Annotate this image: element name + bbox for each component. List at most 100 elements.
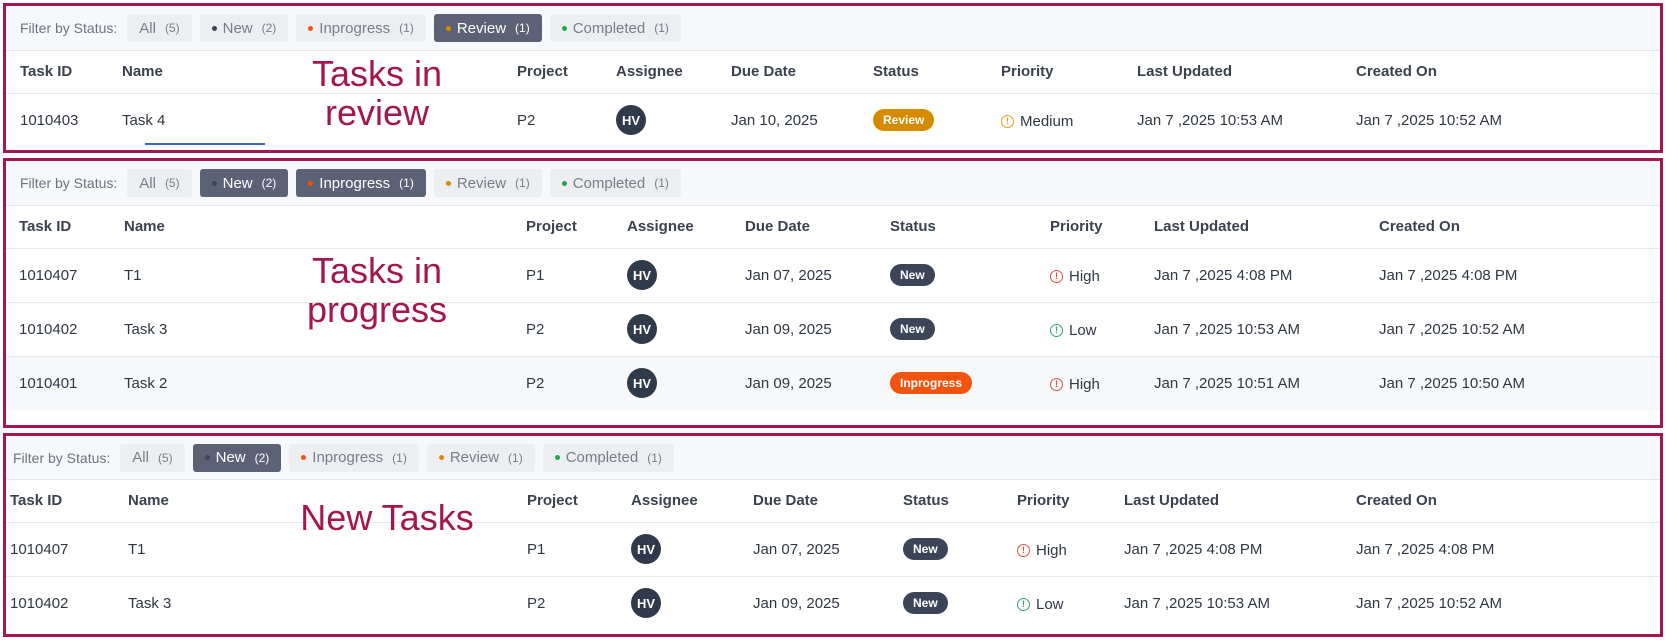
avatar[interactable]: HV bbox=[627, 260, 657, 290]
cell-task-id: 1010403 bbox=[6, 92, 122, 147]
priority-indicator: ! High bbox=[1017, 542, 1067, 559]
last-updated-text: Jan 7 ,2025 10:53 AM bbox=[1154, 320, 1300, 338]
cell-name: Task 3 bbox=[128, 575, 527, 630]
status-dot-icon bbox=[445, 180, 451, 186]
avatar[interactable]: HV bbox=[631, 534, 661, 564]
column-header-task-id[interactable]: Task ID bbox=[6, 206, 124, 248]
filter-chip-completed[interactable]: Completed (1) bbox=[549, 14, 681, 42]
annotation-label: Tasks in progress bbox=[306, 250, 448, 330]
status-badge: New bbox=[903, 592, 948, 615]
filter-chip-review[interactable]: Review (1) bbox=[433, 169, 542, 197]
name-text: Task 3 bbox=[124, 320, 168, 338]
filter-chip-count: (1) bbox=[515, 176, 530, 190]
cell-status: New bbox=[903, 521, 1017, 576]
status-badge: New bbox=[903, 538, 948, 560]
table-row[interactable]: 1010407 T1 P1 HV Jan 07, 2025 New! High Jan 7 ,… bbox=[6, 247, 1660, 302]
cell-assignee: HV bbox=[627, 301, 745, 356]
filter-chip-label: Inprogress bbox=[312, 449, 384, 466]
column-header-project[interactable]: Project bbox=[517, 51, 616, 93]
table-header-row: Task ID Name Project Assignee Due Date Status… bbox=[6, 480, 1660, 522]
table-row[interactable]: 1010403 Task 4 P2 HV Jan 10, 2025 Review! Medi… bbox=[6, 92, 1660, 147]
column-header-status[interactable]: Status bbox=[890, 206, 1050, 248]
filter-chip-count: (5) bbox=[157, 450, 173, 465]
column-header-task-id[interactable]: Task ID bbox=[6, 480, 128, 522]
column-header-last-updated[interactable]: Last Updated bbox=[1154, 206, 1379, 248]
column-header-priority[interactable]: Priority bbox=[1050, 206, 1154, 248]
last-updated-text: Jan 7 ,2025 10:51 AM bbox=[1154, 374, 1300, 392]
column-header-assignee[interactable]: Assignee bbox=[627, 206, 745, 248]
cell-priority: ! Low bbox=[1050, 301, 1154, 356]
priority-indicator: ! High bbox=[1050, 268, 1100, 285]
status-dot-icon bbox=[554, 455, 560, 460]
column-header-priority[interactable]: Priority bbox=[1017, 480, 1124, 522]
avatar[interactable]: HV bbox=[627, 368, 657, 399]
filter-chip-inprogress[interactable]: Inprogress (1) bbox=[289, 443, 419, 472]
priority-high-icon: ! bbox=[1017, 543, 1030, 557]
column-header-due-date[interactable]: Due Date bbox=[745, 206, 890, 248]
cell-created-on: Jan 7 ,2025 4:08 PM bbox=[1379, 247, 1660, 302]
filter-chip-review[interactable]: Review (1) bbox=[433, 14, 542, 42]
cell-created-on: Jan 7 ,2025 10:50 AM bbox=[1379, 355, 1660, 410]
column-header-status[interactable]: Status bbox=[903, 480, 1017, 522]
filter-chip-label: Inprogress bbox=[319, 174, 391, 192]
avatar[interactable]: HV bbox=[631, 588, 661, 619]
priority-label: Medium bbox=[1020, 112, 1074, 130]
column-header-last-updated[interactable]: Last Updated bbox=[1137, 51, 1356, 93]
cell-project: P1 bbox=[526, 247, 627, 302]
cell-task-id: 1010402 bbox=[6, 301, 124, 356]
task-id-text: 1010402 bbox=[19, 320, 78, 338]
table-row[interactable]: 1010401 Task 2 P2 HV Jan 09, 2025 Inprogress!… bbox=[6, 355, 1660, 410]
name-text: Task 3 bbox=[128, 594, 172, 612]
column-header-name[interactable]: Name bbox=[124, 206, 526, 248]
created-on-text: Jan 7 ,2025 4:08 PM bbox=[1379, 266, 1518, 284]
filter-chip-label: All bbox=[139, 174, 156, 192]
column-header-due-date[interactable]: Due Date bbox=[753, 480, 903, 522]
column-header-project[interactable]: Project bbox=[526, 206, 627, 248]
cell-assignee: HV bbox=[631, 575, 753, 630]
table-row[interactable]: 1010402 Task 3 P2 HV Jan 09, 2025 New! Low Jan … bbox=[6, 575, 1660, 630]
filter-chip-inprogress[interactable]: Inprogress (1) bbox=[296, 14, 426, 42]
column-header-last-updated[interactable]: Last Updated bbox=[1124, 480, 1356, 522]
last-updated-text: Jan 7 ,2025 4:08 PM bbox=[1154, 266, 1293, 284]
filter-chip-all[interactable]: All (5) bbox=[127, 169, 192, 197]
created-on-text: Jan 7 ,2025 10:52 AM bbox=[1379, 320, 1525, 338]
column-header-created-on[interactable]: Created On bbox=[1356, 51, 1660, 93]
column-header-priority[interactable]: Priority bbox=[1001, 51, 1137, 93]
cell-last-updated: Jan 7 ,2025 4:08 PM bbox=[1154, 247, 1379, 302]
task-id-text: 1010401 bbox=[19, 374, 78, 392]
cell-task-id: 1010407 bbox=[6, 247, 124, 302]
cell-name: Task 2 bbox=[124, 355, 526, 410]
filter-chip-count: (1) bbox=[399, 21, 414, 35]
project-text: P2 bbox=[527, 594, 546, 612]
filter-chip-inprogress[interactable]: Inprogress (1) bbox=[296, 169, 426, 197]
status-dot-icon bbox=[308, 180, 314, 186]
last-updated-text: Jan 7 ,2025 10:53 AM bbox=[1137, 111, 1283, 129]
status-dot-icon bbox=[445, 25, 451, 31]
column-header-assignee[interactable]: Assignee bbox=[631, 480, 753, 522]
filter-chip-completed[interactable]: Completed (1) bbox=[542, 443, 674, 472]
filter-chip-all[interactable]: All (5) bbox=[127, 14, 192, 42]
filter-chip-new[interactable]: New (2) bbox=[199, 169, 289, 197]
column-header-assignee[interactable]: Assignee bbox=[616, 51, 731, 93]
filter-chip-completed[interactable]: Completed (1) bbox=[549, 169, 681, 197]
project-text: P2 bbox=[526, 320, 545, 338]
status-filter-bar: Filter by Status: All (5) New (2) Inprogress (… bbox=[6, 6, 1660, 51]
filter-chip-new[interactable]: New (2) bbox=[199, 14, 289, 42]
column-header-task-id[interactable]: Task ID bbox=[6, 51, 122, 93]
table-row[interactable]: 1010407 T1 P1 HV Jan 07, 2025 New! High Jan 7 ,… bbox=[6, 521, 1660, 576]
avatar[interactable]: HV bbox=[616, 105, 646, 136]
column-header-status[interactable]: Status bbox=[873, 51, 1001, 93]
avatar[interactable]: HV bbox=[627, 314, 657, 344]
priority-label: High bbox=[1069, 375, 1100, 393]
column-header-created-on[interactable]: Created On bbox=[1356, 480, 1660, 522]
cell-created-on: Jan 7 ,2025 10:52 AM bbox=[1356, 92, 1660, 147]
filter-chip-review[interactable]: Review (1) bbox=[426, 443, 535, 472]
cell-project: P2 bbox=[527, 575, 631, 630]
column-header-created-on[interactable]: Created On bbox=[1379, 206, 1660, 248]
column-header-due-date[interactable]: Due Date bbox=[731, 51, 873, 93]
column-header-project[interactable]: Project bbox=[527, 480, 631, 522]
filter-chip-all[interactable]: All (5) bbox=[120, 443, 185, 472]
filter-chip-new[interactable]: New (2) bbox=[192, 443, 282, 472]
priority-label: High bbox=[1069, 267, 1100, 285]
table-row[interactable]: 1010402 Task 3 P2 HV Jan 09, 2025 New! Low Jan … bbox=[6, 301, 1660, 356]
